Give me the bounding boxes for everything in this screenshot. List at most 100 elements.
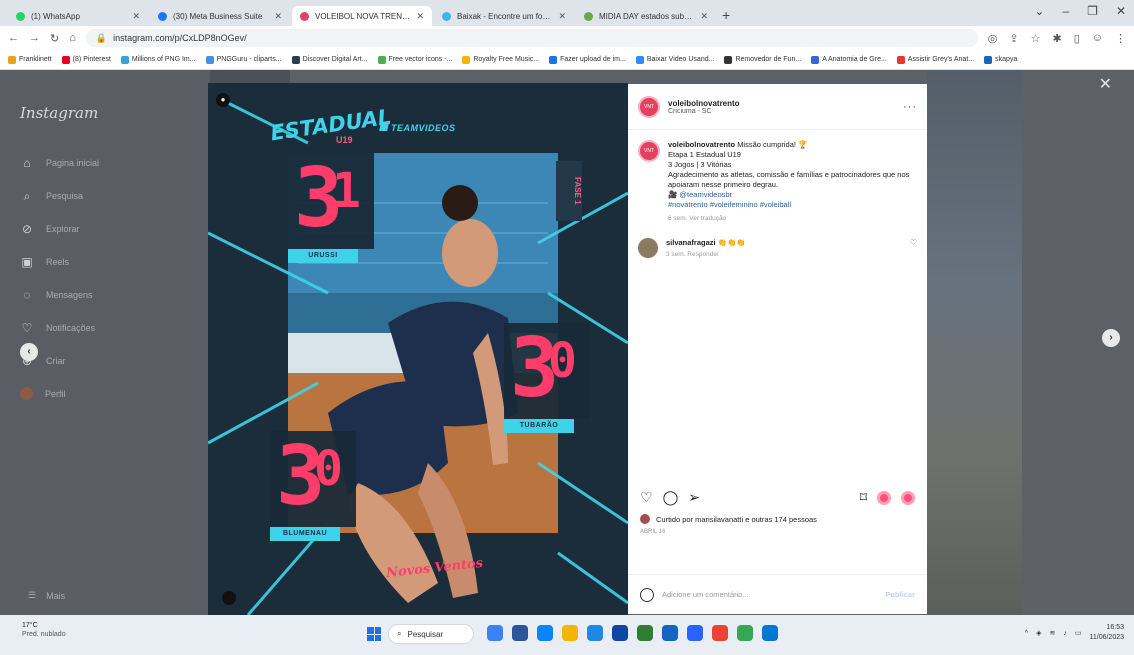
caption-hashtags[interactable]: #novatrento #voleifeminino #voleiball <box>668 200 791 209</box>
close-window-button[interactable]: ✕ <box>1116 4 1126 18</box>
maximize-button[interactable]: ❐ <box>1087 4 1098 18</box>
taskbar-search[interactable]: ⌕ Pesquisar <box>388 624 474 644</box>
browser-tab[interactable]: (1) WhatsApp ✕ <box>8 6 148 26</box>
emoji-icon[interactable] <box>640 587 654 602</box>
home-icon[interactable]: ⌂ <box>69 32 76 44</box>
share-icon[interactable]: ⇪ <box>1009 32 1018 45</box>
chrome-icon[interactable] <box>712 625 728 641</box>
chevron-down-icon[interactable]: ⌄ <box>1034 4 1044 18</box>
bookmark-item[interactable]: PNGGuru - cliparts... <box>205 55 282 64</box>
start-button[interactable] <box>367 627 381 641</box>
more-menu[interactable]: ☰ Mais <box>28 590 65 601</box>
download-icon[interactable]: ● <box>216 93 230 107</box>
menu-icon[interactable]: ⋮ <box>1115 32 1126 45</box>
weather-widget[interactable]: 17°C Pred. nublado <box>22 621 66 639</box>
comment-icon[interactable]: ◯ <box>663 489 679 506</box>
nav-item[interactable]: ⊘ Explorar <box>20 212 99 245</box>
browser-tab[interactable]: Baixak - Encontre um fotografo ✕ <box>434 6 574 26</box>
system-tray: ^ ◈ ≋ ♪ ▭ 16:53 11/06/2023 <box>1025 623 1124 643</box>
like-comment-icon[interactable]: ♡ <box>910 238 917 247</box>
bookmark-item[interactable]: Baixar Video Usand... <box>635 55 714 64</box>
like-icon[interactable]: ♡ <box>640 489 653 506</box>
chevron-up-icon[interactable]: ^ <box>1025 630 1028 637</box>
caption-meta[interactable]: 6 sem. Ver tradução <box>668 214 917 224</box>
sticker-icon[interactable] <box>877 490 891 505</box>
add-comment-input[interactable]: Adicione um comentário... <box>662 590 877 599</box>
bookmark-item[interactable]: skapya <box>984 55 1017 64</box>
task-view-icon[interactable] <box>512 625 528 641</box>
app-icon[interactable] <box>612 625 628 641</box>
bookmark-item[interactable]: (8) Pinterest <box>61 55 111 64</box>
bookmark-item[interactable]: Royalty Free Music... <box>462 55 539 64</box>
publish-button[interactable]: Publicar <box>885 590 915 599</box>
post-image[interactable]: ● TEAMVIDEOS ESTADUAL U19 FASE 1 3 x 1 U… <box>208 83 628 615</box>
bookmark-item[interactable]: Removedor de Fun... <box>724 55 801 64</box>
save-icon[interactable]: ⌑ <box>860 489 867 506</box>
battery-icon[interactable]: ▭ <box>1075 629 1082 637</box>
edge-icon[interactable] <box>537 625 553 641</box>
volume-icon[interactable]: ♪ <box>1063 630 1067 637</box>
more-options-icon[interactable]: ··· <box>903 101 917 113</box>
back-icon[interactable]: ← <box>8 32 19 44</box>
nav-item[interactable]: Perfil <box>20 377 99 410</box>
bookmark-item[interactable]: Free vector icons -... <box>377 55 452 64</box>
forward-icon[interactable]: → <box>29 32 40 44</box>
comment-meta[interactable]: 3 sem. Responder <box>666 251 902 258</box>
close-tab-icon[interactable]: ✕ <box>558 11 566 22</box>
share-icon[interactable]: ➢ <box>688 489 700 506</box>
bookmark-item[interactable]: Assistir Grey's Anat... <box>896 55 974 64</box>
bookmark-item[interactable]: A Anatomia de Gre... <box>811 55 887 64</box>
store-icon[interactable] <box>587 625 603 641</box>
browser-tab[interactable]: MIDIA DAY estados sub16 15 ✕ <box>576 6 716 26</box>
profile-avatar[interactable]: VNT <box>638 95 660 118</box>
caption-credit[interactable]: 🎥 @teamvideosbr <box>668 190 732 199</box>
commenter-username[interactable]: silvanafragazi <box>666 238 716 247</box>
caption-avatar[interactable]: VNT <box>638 140 660 162</box>
previous-post-arrow[interactable]: ‹ <box>20 343 38 361</box>
bookmark-item[interactable]: Franklinett <box>8 55 52 64</box>
post-location[interactable]: Criciuma - SC <box>668 108 903 115</box>
app-icon-3[interactable] <box>662 625 678 641</box>
likes-text[interactable]: Curtido por marisilavanatti e outras 174… <box>656 515 817 524</box>
star-icon[interactable]: ☆ <box>1031 32 1041 45</box>
browser-tab[interactable]: VOLEIBOL NOVA TRENTO (@vol ✕ <box>292 6 432 26</box>
nav-item[interactable]: ▣ Reels <box>20 245 99 278</box>
next-post-arrow[interactable]: › <box>1102 329 1120 347</box>
browser-tab[interactable]: (30) Meta Business Suite ✕ <box>150 6 290 26</box>
minimize-button[interactable]: – <box>1062 4 1069 18</box>
commenter-avatar[interactable] <box>638 238 658 258</box>
nav-item[interactable]: ♡ Notificações <box>20 311 99 344</box>
google-lens-icon[interactable]: ◎ <box>988 32 998 45</box>
extensions-icon[interactable]: ✱ <box>1052 32 1061 45</box>
nav-item[interactable]: ◌ Mensagens <box>20 278 99 311</box>
network-icon[interactable]: ◈ <box>1036 629 1041 637</box>
app-icon-2[interactable] <box>637 625 653 641</box>
nav-item[interactable]: ⌕ Pesquisa <box>20 179 99 212</box>
bookmark-item[interactable]: Fazer upload de im... <box>549 55 626 64</box>
app-icon-5[interactable] <box>762 625 778 641</box>
sidepanel-icon[interactable]: ▯ <box>1074 32 1080 45</box>
file-explorer-icon[interactable] <box>562 625 578 641</box>
nav-item[interactable]: ⌂ Pagina inicial <box>20 146 99 179</box>
close-modal-icon[interactable]: ✕ <box>1099 74 1112 94</box>
profile-icon[interactable]: ☺ <box>1092 32 1103 45</box>
sticker-icon-2[interactable] <box>901 490 915 505</box>
close-tab-icon[interactable]: ✕ <box>132 11 140 22</box>
close-tab-icon[interactable]: ✕ <box>700 11 708 22</box>
copilot-icon[interactable] <box>487 625 503 641</box>
reload-icon[interactable]: ↻ <box>50 32 59 45</box>
author-username[interactable]: voleibolnovatrento <box>668 99 903 108</box>
tagged-people-icon[interactable] <box>222 591 236 605</box>
clock[interactable]: 16:53 11/06/2023 <box>1089 623 1124 643</box>
bookmark-item[interactable]: Discover Digital Art... <box>291 55 368 64</box>
wifi-icon[interactable]: ≋ <box>1049 629 1055 637</box>
app-icon-4[interactable] <box>687 625 703 641</box>
caption-username[interactable]: voleibolnovatrento <box>668 140 735 149</box>
close-tab-icon[interactable]: ✕ <box>274 11 282 22</box>
close-tab-icon[interactable]: ✕ <box>416 11 424 22</box>
new-tab-button[interactable]: + <box>722 6 730 26</box>
instagram-logo[interactable]: Instagram <box>20 104 98 122</box>
bookmark-item[interactable]: Millions of PNG Im... <box>120 55 196 64</box>
chrome-icon-2[interactable] <box>737 625 753 641</box>
url-field[interactable]: 🔒 instagram.com/p/CxLDP8nOGev/ <box>85 29 978 47</box>
